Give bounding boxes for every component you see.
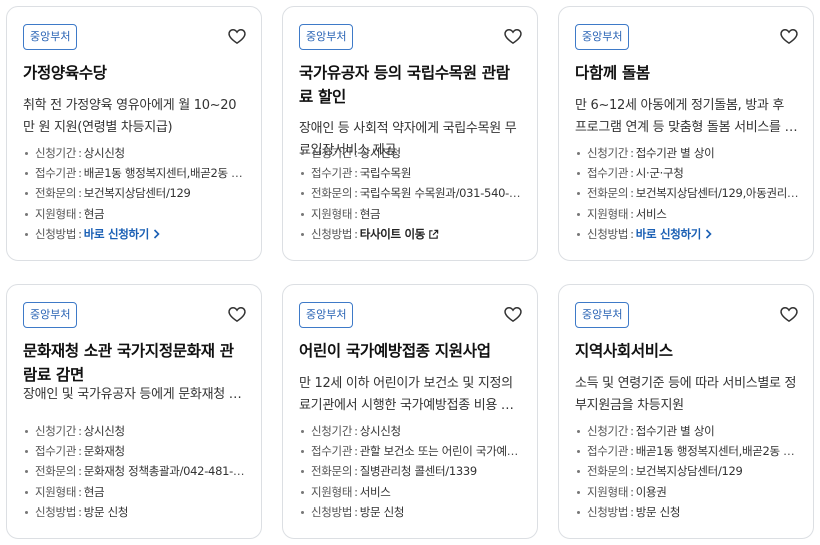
heart-icon[interactable] <box>779 304 799 324</box>
info-application-method: 신청방법: 바로 신청하기 <box>575 224 801 244</box>
service-card[interactable]: 중앙부처 문화재청 소관 국가지정문화재 관람료 감면 장애인 및 국가유공자 … <box>6 284 262 539</box>
heart-icon[interactable] <box>227 26 247 46</box>
service-info-list: 신청기간: 접수기관 별 상이 접수기관: 시·군·구청 전화문의: 보건복지상담센터… <box>575 143 801 244</box>
info-support-type: 지원형태: 서비스 <box>575 204 801 224</box>
category-badge: 중앙부처 <box>575 302 630 328</box>
service-description: 소득 및 연령기준 등에 따라 서비스별로 정부지원금을 차등지원 <box>575 376 797 413</box>
category-badge: 중앙부처 <box>299 302 354 328</box>
info-receiving-agency: 접수기관:배곧1동 행정복지센터,배곧2동 행정복지센터 <box>23 163 249 183</box>
heart-icon[interactable] <box>503 26 523 46</box>
service-description: 만 12세 이하 어린이가 보건소 및 지정의료기관에서 시행한 국가예방접종 … <box>299 376 513 413</box>
info-receiving-agency: 접수기관:배곧1동 행정복지센터,배곧2동 행정복지센터 <box>575 441 801 461</box>
service-description: 장애인 및 국가유공자 등에게 문화재청 소관 국가지정문화재 관람료 감면 <box>23 387 247 402</box>
info-support-type: 지원형태: 현금 <box>299 204 525 224</box>
info-phone-inquiry: 전화문의: 질병관리청 콜센터/1339 <box>299 461 525 481</box>
info-phone-inquiry: 전화문의: 보건복지상담센터/129 <box>575 461 801 481</box>
category-badge: 중앙부처 <box>23 24 78 50</box>
heart-icon[interactable] <box>503 304 523 324</box>
service-card[interactable]: 중앙부처 다함께 돌봄 만 6~12세 아동에게 정기돌봄, 방과 후 프로그램… <box>558 6 814 261</box>
chevron-right-icon <box>153 229 160 239</box>
info-receiving-agency: 접수기관: 시·군·구청 <box>575 163 801 183</box>
info-phone-inquiry: 전화문의: 국립수목원 수목원과/031-540-2000 <box>299 183 525 203</box>
service-info-list: 신청기간: 상시신청 접수기관: 국립수목원 전화문의: 국립수목원 수목원과/031… <box>299 143 525 244</box>
service-info-list: 신청기간: 상시신청 접수기관: 문화재청 전화문의: 문화재청 정책총괄과/042-… <box>23 421 249 522</box>
category-badge: 중앙부처 <box>23 302 78 328</box>
info-receiving-agency: 접수기관: 국립수목원 <box>299 163 525 183</box>
service-description: 취학 전 가정양육 영유아에게 월 10~20만 원 지원(연령별 차등지급) <box>23 98 237 135</box>
apply-now-link[interactable]: 바로 신청하기 <box>84 227 160 241</box>
heart-icon[interactable] <box>227 304 247 324</box>
info-phone-inquiry: 전화문의: 문화재청 정책총괄과/042-481-4630 <box>23 461 249 481</box>
info-application-method: 신청방법: 방문 신청 <box>299 502 525 522</box>
info-support-type: 지원형태: 이용권 <box>575 482 801 502</box>
info-application-period: 신청기간: 상시신청 <box>299 143 525 163</box>
info-application-method: 신청방법: 방문 신청 <box>575 502 801 522</box>
info-application-method: 신청방법: 바로 신청하기 <box>23 224 249 244</box>
external-link-icon <box>429 229 439 239</box>
heart-icon[interactable] <box>779 26 799 46</box>
service-info-list: 신청기간:상시신청 접수기관:배곧1동 행정복지센터,배곧2동 행정복지센터 전… <box>23 143 249 244</box>
category-badge: 중앙부처 <box>575 24 630 50</box>
info-receiving-agency: 접수기관: 문화재청 <box>23 441 249 461</box>
category-badge: 중앙부처 <box>299 24 354 50</box>
service-title[interactable]: 지역사회서비스 <box>575 339 797 363</box>
apply-now-link[interactable]: 바로 신청하기 <box>636 227 712 241</box>
service-card[interactable]: 중앙부처 지역사회서비스 소득 및 연령기준 등에 따라 서비스별로 정부지원금… <box>558 284 814 539</box>
service-card[interactable]: 중앙부처 가정양육수당 취학 전 가정양육 영유아에게 월 10~20만 원 지… <box>6 6 262 261</box>
info-support-type: 지원형태: 서비스 <box>299 482 525 502</box>
info-receiving-agency: 접수기관:관할 보건소 또는 어린이 국가예방접종 지정의료기관 <box>299 441 525 461</box>
info-application-period: 신청기간: 접수기관 별 상이 <box>575 143 801 163</box>
service-title[interactable]: 가정양육수당 <box>23 61 245 85</box>
service-title[interactable]: 다함께 돌봄 <box>575 61 797 85</box>
info-application-method: 신청방법: 방문 신청 <box>23 502 249 522</box>
info-application-method: 신청방법: 타사이트 이동 <box>299 224 525 244</box>
service-card[interactable]: 중앙부처 어린이 국가예방접종 지원사업 만 12세 이하 어린이가 보건소 및… <box>282 284 538 539</box>
info-support-type: 지원형태: 현금 <box>23 204 249 224</box>
service-title[interactable]: 국가유공자 등의 국립수목원 관람료 할인 <box>299 61 521 109</box>
external-site-link[interactable]: 타사이트 이동 <box>360 227 439 241</box>
service-card[interactable]: 중앙부처 국가유공자 등의 국립수목원 관람료 할인 장애인 등 사회적 약자에… <box>282 6 538 261</box>
info-application-period: 신청기간: 상시신청 <box>23 143 249 163</box>
service-title[interactable]: 문화재청 소관 국가지정문화재 관람료 감면 <box>23 339 245 387</box>
info-application-period: 신청기간: 상시신청 <box>299 421 525 441</box>
info-support-type: 지원형태: 현금 <box>23 482 249 502</box>
info-phone-inquiry: 전화문의: 보건복지상담센터/129 <box>23 183 249 203</box>
service-title[interactable]: 어린이 국가예방접종 지원사업 <box>299 339 521 363</box>
info-phone-inquiry: 전화문의: 보건복지상담센터/129,아동권리보장원 <box>575 183 801 203</box>
chevron-right-icon <box>705 229 712 239</box>
service-info-list: 신청기간:접수기관 별 상이 접수기관:배곧1동 행정복지센터,배곧2동 행정복… <box>575 421 801 522</box>
service-description: 만 6~12세 아동에게 정기돌봄, 방과 후 프로그램 연계 등 맞춤형 돌봄… <box>575 98 797 135</box>
info-application-period: 신청기간: 접수기관 별 상이 <box>575 421 801 441</box>
info-application-period: 신청기간: 상시신청 <box>23 421 249 441</box>
service-info-list: 신청기간:상시신청 접수기관:관할 보건소 또는 어린이 국가예방접종 지정의료… <box>299 421 525 522</box>
